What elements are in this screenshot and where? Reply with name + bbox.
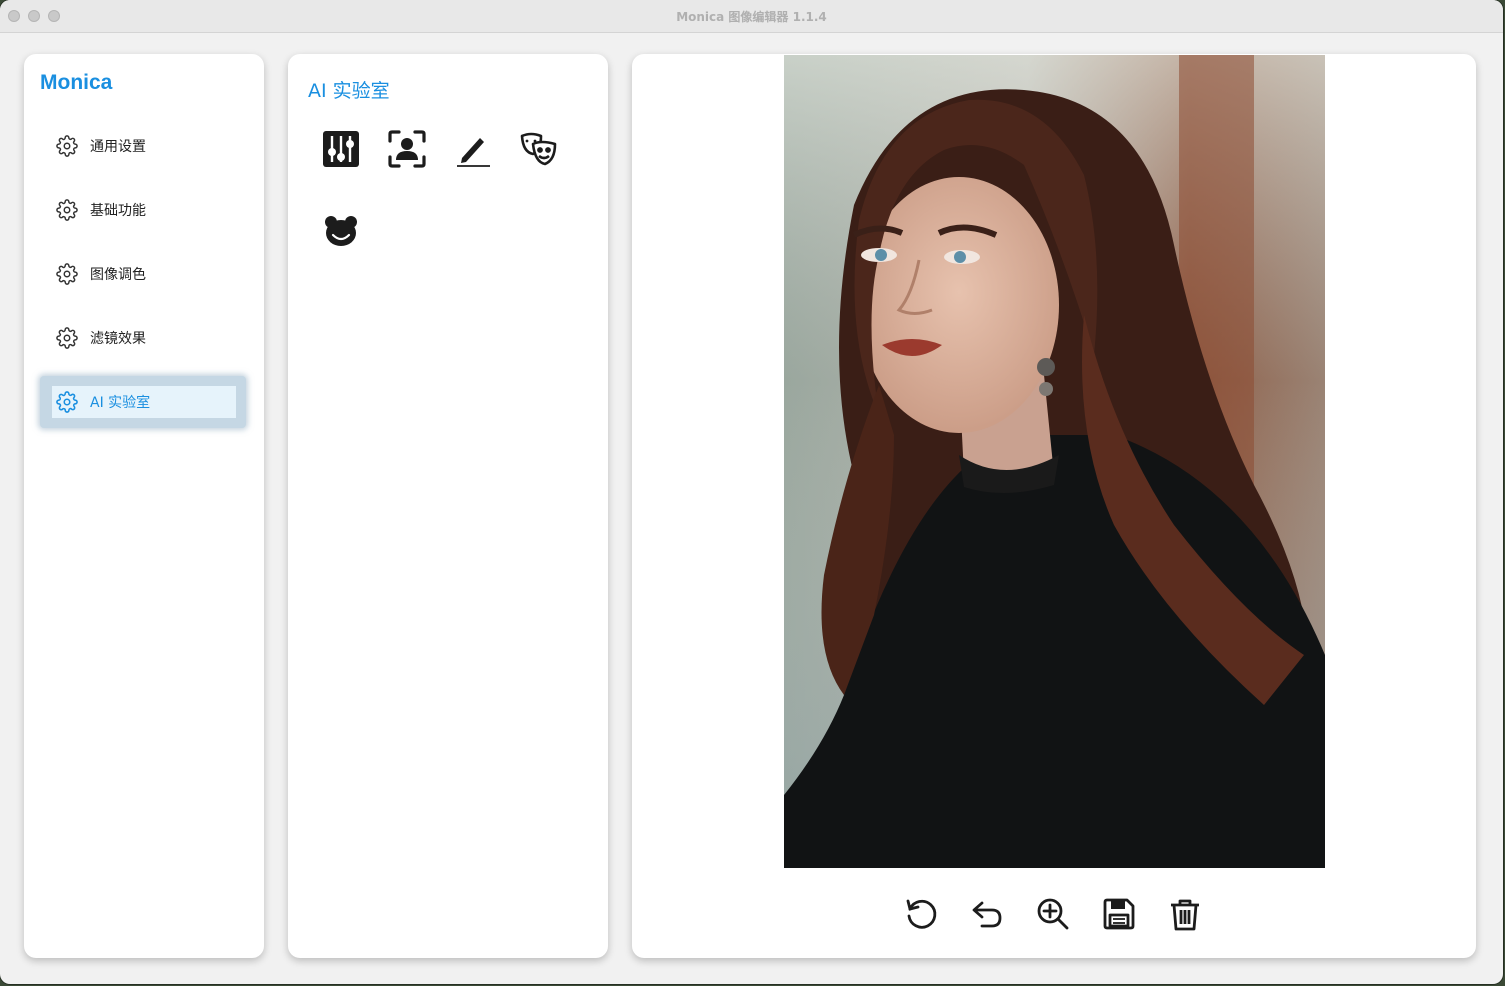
undo-button[interactable] bbox=[969, 896, 1005, 932]
rotate-icon bbox=[906, 899, 937, 929]
gear-icon bbox=[56, 263, 78, 285]
zoom-in-icon bbox=[1037, 898, 1069, 930]
gear-icon bbox=[56, 327, 78, 349]
sidebar-item-label: 滤镜效果 bbox=[90, 331, 146, 347]
app-window: Monica 图像编辑器 1.1.4 Monica 通用设置 基础功能 图像调色… bbox=[0, 0, 1503, 984]
sliders-icon bbox=[323, 131, 359, 167]
zoom-in-button[interactable] bbox=[1035, 896, 1071, 932]
gear-icon bbox=[56, 135, 78, 157]
trash-icon bbox=[1171, 899, 1199, 931]
portrait-photo bbox=[784, 55, 1325, 868]
gear-icon bbox=[56, 199, 78, 221]
save-icon bbox=[1103, 898, 1135, 930]
theater-masks-icon bbox=[520, 132, 557, 166]
app-brand: Monica bbox=[40, 71, 113, 94]
sidebar-item-label: 通用设置 bbox=[90, 139, 146, 155]
face-swap-button[interactable] bbox=[519, 129, 559, 169]
sidebar: Monica 通用设置 基础功能 图像调色 滤镜效果 AI 实验室 bbox=[24, 54, 264, 958]
sidebar-item-basic-functions[interactable]: 基础功能 bbox=[44, 192, 244, 228]
window-title: Monica 图像编辑器 1.1.4 bbox=[676, 10, 827, 24]
sidebar-item-label: 基础功能 bbox=[90, 203, 146, 219]
gear-icon bbox=[56, 391, 78, 413]
save-button[interactable] bbox=[1101, 896, 1137, 932]
ai-lab-panel: AI 实验室 bbox=[288, 54, 608, 958]
adjust-sliders-button[interactable] bbox=[321, 129, 361, 169]
sidebar-item-general-settings[interactable]: 通用设置 bbox=[44, 128, 244, 164]
pencil-icon bbox=[457, 138, 490, 167]
panel-title: AI 实验室 bbox=[308, 80, 390, 102]
face-detect-icon bbox=[388, 130, 426, 168]
active-item-highlight: AI 实验室 bbox=[52, 386, 236, 418]
cartoon-button[interactable] bbox=[321, 211, 361, 251]
title-bar: Monica 图像编辑器 1.1.4 bbox=[0, 0, 1503, 33]
bear-face-icon bbox=[325, 216, 357, 246]
image-viewer bbox=[632, 54, 1476, 958]
face-detect-button[interactable] bbox=[387, 129, 427, 169]
sidebar-item-label: AI 实验室 bbox=[90, 395, 151, 411]
draw-button[interactable] bbox=[453, 129, 493, 169]
sidebar-item-color-adjust[interactable]: 图像调色 bbox=[44, 256, 244, 292]
sidebar-item-filter-effects[interactable]: 滤镜效果 bbox=[44, 320, 244, 356]
rotate-button[interactable] bbox=[903, 896, 939, 932]
undo-icon bbox=[972, 901, 1002, 928]
delete-button[interactable] bbox=[1167, 896, 1203, 932]
sidebar-item-label: 图像调色 bbox=[90, 267, 146, 283]
sidebar-item-ai-lab[interactable]: AI 实验室 bbox=[40, 376, 246, 428]
